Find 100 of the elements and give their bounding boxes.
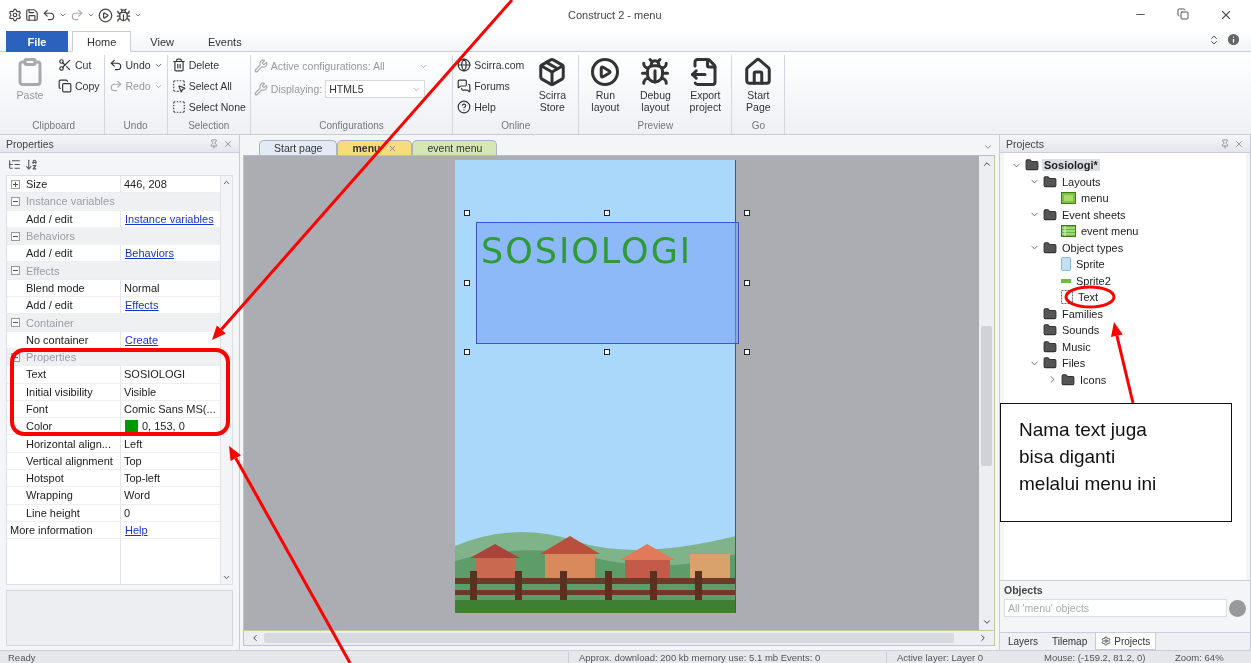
collapse-icon[interactable] bbox=[10, 196, 20, 206]
category-label: Instance variables bbox=[25, 195, 116, 208]
tree-item[interactable]: Sprite2 bbox=[1074, 274, 1113, 287]
ribbon-button[interactable]: Forums bbox=[456, 76, 526, 96]
ribbon-button[interactable]: Select All bbox=[170, 76, 247, 96]
resize-handle[interactable] bbox=[744, 349, 750, 355]
close-icon[interactable] bbox=[1219, 8, 1233, 22]
expand-icon[interactable] bbox=[10, 179, 20, 189]
resize-handle[interactable] bbox=[604, 210, 610, 216]
collapse-icon[interactable] bbox=[10, 266, 20, 276]
tree-item[interactable]: Files bbox=[1060, 357, 1088, 370]
highlight-circle bbox=[1064, 285, 1116, 309]
scroll-down-icon[interactable] bbox=[222, 573, 231, 582]
tree-item[interactable]: Layouts bbox=[1060, 175, 1103, 188]
resize-handle[interactable] bbox=[464, 280, 470, 286]
document-tab[interactable]: Start page bbox=[259, 140, 338, 155]
ribbon-tab[interactable]: View bbox=[135, 31, 189, 52]
ribbon-button[interactable]: Help bbox=[456, 97, 526, 117]
property-link[interactable]: Instance variables bbox=[121, 212, 220, 225]
help-link[interactable]: Help bbox=[121, 524, 220, 537]
text-object-icon bbox=[1061, 290, 1073, 305]
wrench-icon bbox=[253, 82, 268, 96]
group-label: Preview bbox=[636, 120, 675, 133]
ribbon-tab[interactable]: Events bbox=[193, 31, 257, 52]
collapse-icon[interactable] bbox=[10, 318, 20, 327]
select-icon bbox=[171, 79, 186, 93]
callout-text: Nama text juga bisa diganti melalui menu ini bbox=[1000, 403, 1232, 522]
property-value: 0 bbox=[123, 505, 132, 521]
scroll-up-icon[interactable] bbox=[981, 159, 992, 169]
tree-item[interactable]: Event sheets bbox=[1060, 208, 1128, 221]
ribbon-button[interactable]: Undo bbox=[107, 55, 164, 75]
folder-icon bbox=[1043, 356, 1057, 371]
scroll-down-icon[interactable] bbox=[981, 617, 992, 627]
ribbon-button[interactable]: Delete bbox=[170, 55, 247, 75]
scroll-up-icon[interactable] bbox=[222, 178, 231, 187]
tree-item[interactable]: Icons bbox=[1078, 373, 1109, 386]
property-name: Color bbox=[23, 418, 121, 435]
property-name: Add / edit bbox=[23, 245, 121, 262]
ribbon-tab[interactable]: Home bbox=[72, 31, 132, 52]
property-name: Hotspot bbox=[23, 470, 121, 487]
layout-icon bbox=[1061, 192, 1076, 205]
property-value: Comic Sans MS(... bbox=[123, 402, 217, 417]
tree-item[interactable]: Music bbox=[1060, 340, 1093, 353]
scroll-thumb[interactable] bbox=[981, 326, 992, 466]
close-icon bbox=[388, 143, 398, 153]
undo-icon[interactable] bbox=[42, 8, 56, 22]
property-link[interactable]: Behaviors bbox=[121, 247, 220, 260]
ribbon-button[interactable]: Start Page bbox=[735, 55, 782, 115]
resize-handle[interactable] bbox=[744, 210, 750, 216]
panel-tab[interactable]: Tilemap bbox=[1046, 633, 1094, 650]
ribbon-button[interactable]: Debug layout bbox=[632, 55, 679, 115]
group-label: Configurations bbox=[318, 120, 385, 133]
tree-item[interactable]: Sosiologi* bbox=[1042, 159, 1100, 172]
options-button[interactable] bbox=[1229, 599, 1246, 617]
ribbon-button[interactable]: Cut bbox=[57, 55, 101, 75]
tree-item[interactable]: Sounds bbox=[1060, 324, 1102, 337]
property-value: Visible bbox=[123, 384, 158, 400]
tree-item[interactable]: Object types bbox=[1060, 241, 1126, 254]
property-value: Top-left bbox=[123, 471, 162, 487]
resize-handle[interactable] bbox=[464, 349, 470, 355]
caret-icon bbox=[59, 11, 67, 19]
tree-item[interactable]: Text bbox=[1076, 291, 1101, 304]
category-label: Behaviors bbox=[25, 230, 76, 243]
panel-tab[interactable]: Layers bbox=[1002, 633, 1044, 650]
save-icon[interactable] bbox=[25, 8, 39, 22]
property-value: Word bbox=[123, 488, 152, 504]
scroll-left-icon[interactable] bbox=[250, 633, 260, 643]
document-tab[interactable]: event menu bbox=[412, 140, 498, 155]
redo-icon bbox=[108, 79, 123, 93]
property-name: Horizontal align... bbox=[23, 435, 121, 452]
scroll-thumb[interactable] bbox=[264, 633, 954, 643]
ribbon-button[interactable]: Export project bbox=[682, 55, 729, 115]
bug-icon[interactable] bbox=[116, 7, 131, 23]
property-link[interactable]: Create bbox=[121, 333, 220, 346]
tree-item[interactable]: event menu bbox=[1079, 225, 1141, 238]
scroll-right-icon[interactable] bbox=[978, 633, 988, 643]
group-label: Online bbox=[500, 120, 532, 133]
tree-item[interactable]: menu bbox=[1079, 192, 1111, 205]
resize-handle[interactable] bbox=[604, 349, 610, 355]
collapse-ribbon-icon[interactable] bbox=[1208, 33, 1220, 46]
tree-item[interactable]: Sprite bbox=[1074, 258, 1107, 271]
info-icon[interactable] bbox=[1226, 32, 1241, 47]
ribbon-button[interactable]: Scirra.com bbox=[456, 55, 526, 75]
resize-handle[interactable] bbox=[464, 210, 470, 216]
panel-tab[interactable]: Projects bbox=[1095, 633, 1157, 650]
property-link[interactable]: Effects bbox=[121, 299, 220, 312]
sort-icon[interactable] bbox=[25, 157, 38, 171]
ribbon-tab[interactable]: File bbox=[6, 31, 68, 52]
play-icon[interactable] bbox=[98, 7, 113, 23]
ribbon-button[interactable]: Copy bbox=[57, 76, 101, 96]
tree-item[interactable]: Families bbox=[1060, 307, 1105, 320]
ribbon-button[interactable]: Scirra Store bbox=[529, 55, 576, 115]
ribbon-button[interactable]: Run layout bbox=[582, 55, 629, 115]
resize-handle[interactable] bbox=[744, 280, 750, 286]
restore-icon[interactable] bbox=[1177, 8, 1189, 20]
status-text: Ready bbox=[7, 651, 37, 663]
ribbon-button[interactable]: Select None bbox=[170, 97, 247, 117]
categorized-icon[interactable] bbox=[8, 157, 21, 171]
search-field[interactable]: All 'menu' objects bbox=[1004, 599, 1227, 617]
collapse-icon[interactable] bbox=[10, 231, 20, 241]
